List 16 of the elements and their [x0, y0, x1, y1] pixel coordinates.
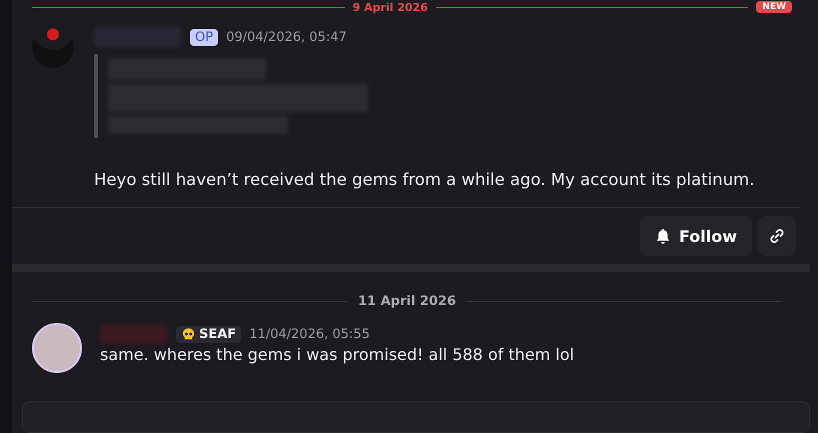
date-divider-label: 11 April 2026	[358, 294, 456, 309]
message-text: same. wheres the gems i was promised! all 588 of them lol	[100, 345, 574, 364]
skull-icon	[181, 326, 196, 342]
date-divider-label: 9 April 2026	[352, 0, 428, 14]
timestamp: 09/04/2026, 05:47	[226, 30, 347, 44]
avatar[interactable]	[32, 323, 82, 373]
server-tag: SEAF	[176, 326, 242, 342]
timestamp: 11/04/2026, 05:55	[249, 326, 370, 342]
new-badge: NEW	[756, 1, 792, 13]
follow-button[interactable]: Follow	[640, 216, 752, 256]
redacted-username	[100, 324, 168, 344]
copy-link-button[interactable]	[758, 216, 796, 256]
op-badge: OP	[190, 28, 218, 46]
link-icon	[768, 227, 786, 245]
bell-icon	[654, 228, 671, 244]
message-text: Heyo still haven’t received the gems from a while ago. My account its platinum.	[94, 170, 754, 189]
